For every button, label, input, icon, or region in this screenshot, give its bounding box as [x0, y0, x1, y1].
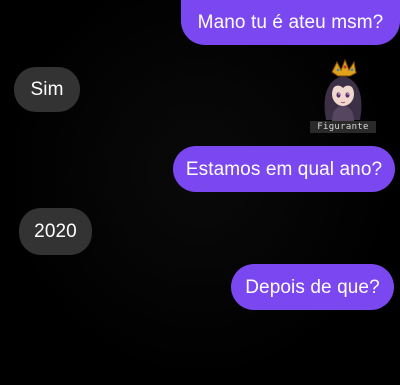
received-message-bubble[interactable]: Sim: [14, 67, 80, 112]
sent-message-bubble[interactable]: Estamos em qual ano?: [173, 146, 395, 192]
sticker-caption: Figurante: [310, 121, 376, 133]
sent-message-bubble[interactable]: Mano tu é ateu msm?: [181, 0, 400, 45]
received-message-bubble[interactable]: 2020: [19, 208, 92, 255]
chat-conversation: Mano tu é ateu msm? Sim Figurante Estamo…: [0, 0, 400, 385]
crowned-anime-girl-icon: [324, 58, 362, 122]
watermark-sticker: Figurante: [310, 58, 376, 138]
sent-message-bubble[interactable]: Depois de que?: [231, 264, 394, 310]
